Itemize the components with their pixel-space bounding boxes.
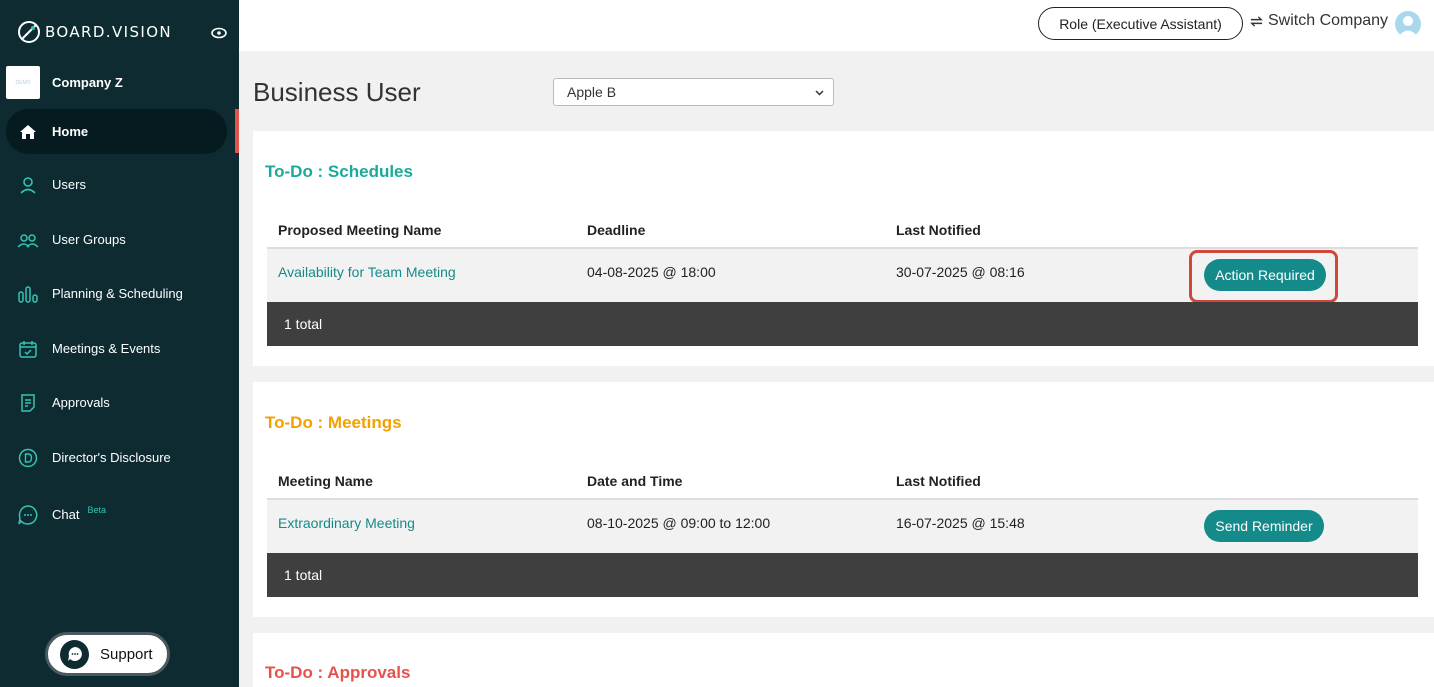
sidebar: BOARD.VISION DEMO Company Z Home Users U… — [0, 0, 239, 687]
support-label: Support — [100, 645, 153, 663]
user-icon — [17, 174, 39, 196]
sidebar-item-label: Chat — [52, 507, 80, 522]
sidebar-item-label: Planning & Scheduling — [52, 286, 183, 301]
sidebar-item-planning[interactable]: Planning & Scheduling — [6, 271, 227, 316]
sidebar-item-approvals[interactable]: Approvals — [6, 380, 227, 425]
sidebar-item-user-groups[interactable]: User Groups — [6, 217, 227, 262]
chat-icon — [17, 504, 39, 526]
approvals-card: To-Do : Approvals — [253, 633, 1434, 687]
calendar-icon — [17, 338, 39, 360]
action-required-button[interactable]: Action Required — [1204, 259, 1326, 291]
sidebar-item-label: Meetings & Events — [52, 341, 161, 356]
user-group-icon — [17, 229, 39, 251]
column-header: Proposed Meeting Name — [278, 222, 442, 238]
approvals-title: To-Do : Approvals — [265, 663, 411, 682]
support-chat-icon — [60, 639, 89, 669]
meeting-name-link[interactable]: Extraordinary Meeting — [278, 515, 415, 531]
total-row: 1 total — [267, 553, 1418, 597]
column-header: Last Notified — [896, 473, 981, 489]
page-title: Business User — [253, 77, 421, 107]
table-row: Extraordinary Meeting 08-10-2025 @ 09:00… — [267, 500, 1418, 553]
brand-name: BOARD.VISION — [45, 23, 173, 41]
home-icon — [17, 121, 39, 143]
role-button[interactable]: Role (Executive Assistant) — [1038, 7, 1243, 40]
chevron-down-icon — [815, 90, 824, 96]
switch-company-link[interactable]: Switch Company — [1249, 12, 1388, 30]
meetings-card: To-Do : Meetings Meeting Name Date and T… — [253, 382, 1434, 617]
column-header: Meeting Name — [278, 473, 373, 489]
company-name: Company Z — [52, 75, 123, 90]
date-time-cell: 08-10-2025 @ 09:00 to 12:00 — [587, 515, 771, 531]
sidebar-item-label: Users — [52, 177, 86, 192]
meeting-name-link[interactable]: Availability for Team Meeting — [278, 264, 456, 280]
top-bar: Role (Executive Assistant) Switch Compan… — [239, 0, 1434, 51]
company-select[interactable]: Apple B — [553, 78, 834, 106]
document-icon — [17, 392, 39, 414]
active-nav-marker — [235, 109, 239, 153]
table-row: Availability for Team Meeting 04-08-2025… — [267, 249, 1418, 303]
brand-logo-icon — [18, 21, 40, 43]
table-header: Meeting Name Date and Time Last Notified — [267, 466, 1418, 500]
beta-badge: Beta — [87, 504, 106, 515]
sidebar-item-label: User Groups — [52, 232, 126, 247]
sidebar-item-label: Approvals — [52, 395, 110, 410]
schedules-title: To-Do : Schedules — [265, 162, 413, 181]
sidebar-item-meetings[interactable]: Meetings & Events — [6, 326, 227, 371]
avatar[interactable] — [1395, 11, 1421, 37]
disclosure-icon — [17, 447, 39, 469]
column-header: Last Notified — [896, 222, 981, 238]
column-header: Deadline — [587, 222, 646, 238]
sidebar-item-home[interactable]: Home — [6, 109, 227, 154]
sidebar-item-directors-disclosure[interactable]: Director's Disclosure — [6, 435, 227, 480]
planning-icon — [17, 283, 39, 305]
table-header: Proposed Meeting Name Deadline Last Noti… — [267, 215, 1418, 249]
company-logo: DEMO — [6, 66, 40, 99]
swap-icon — [1250, 15, 1263, 27]
sidebar-item-label: Home — [52, 124, 89, 139]
schedules-card: To-Do : Schedules Proposed Meeting Name … — [253, 131, 1434, 366]
last-notified-cell: 16-07-2025 @ 15:48 — [896, 515, 1025, 531]
sidebar-item-label: Director's Disclosure — [52, 450, 171, 465]
send-reminder-button[interactable]: Send Reminder — [1204, 510, 1324, 542]
company-select-value: Apple B — [567, 84, 617, 100]
brand-logo-link[interactable]: BOARD.VISION — [16, 19, 172, 45]
eye-toggle-icon[interactable] — [211, 27, 227, 39]
switch-company-label: Switch Company — [1268, 12, 1389, 29]
support-button[interactable]: Support — [45, 632, 170, 676]
sidebar-item-users[interactable]: Users — [6, 162, 227, 207]
column-header: Date and Time — [587, 473, 683, 489]
deadline-cell: 04-08-2025 @ 18:00 — [587, 264, 716, 280]
meetings-title: To-Do : Meetings — [265, 413, 402, 432]
total-row: 1 total — [267, 302, 1418, 346]
sidebar-item-chat[interactable]: Chat Beta — [6, 492, 227, 537]
company-switcher[interactable]: DEMO Company Z — [6, 66, 123, 99]
last-notified-cell: 30-07-2025 @ 08:16 — [896, 264, 1025, 280]
